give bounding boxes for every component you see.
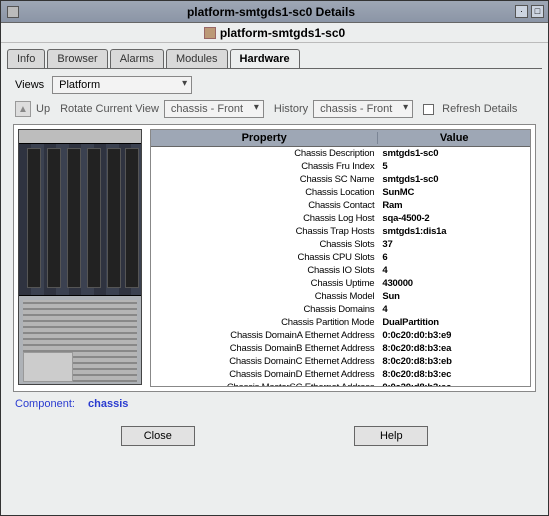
rotate-label: Rotate Current View (60, 103, 159, 115)
value-cell: 0:0c20:d8:b3:ec (378, 381, 530, 386)
window-title: platform-smtgds1-sc0 Details (27, 5, 515, 19)
up-label: Up (36, 103, 50, 115)
table-row[interactable]: Chassis DomainA Ethernet Address0:0c20:d… (151, 329, 530, 342)
table-row[interactable]: Chassis Slots37 (151, 238, 530, 251)
property-cell: Chassis Location (151, 186, 378, 199)
table-row[interactable]: Chassis SC Namesmtgds1-sc0 (151, 173, 530, 186)
component-value[interactable]: chassis (88, 398, 128, 410)
table-row[interactable]: Chassis Partition ModeDualPartition (151, 316, 530, 329)
views-label: Views (15, 79, 44, 91)
property-cell: Chassis Domains (151, 303, 378, 316)
value-cell: 4 (378, 264, 530, 277)
tab-bar: Info Browser Alarms Modules Hardware (7, 49, 542, 69)
history-label: History (274, 103, 308, 115)
property-cell: Chassis MasterSC Ethernet Address (151, 381, 378, 386)
col-header-property[interactable]: Property (151, 132, 378, 144)
property-cell: Chassis Contact (151, 199, 378, 212)
value-cell: DualPartition (378, 316, 530, 329)
component-row: Component: chassis (15, 398, 534, 410)
property-cell: Chassis SC Name (151, 173, 378, 186)
component-label: Component: (15, 398, 75, 410)
table-row[interactable]: Chassis Fru Index5 (151, 160, 530, 173)
history-value: chassis - Front (320, 103, 392, 115)
col-header-value[interactable]: Value (378, 132, 530, 144)
rotate-value: chassis - Front (171, 103, 243, 115)
table-row[interactable]: Chassis ContactRam (151, 199, 530, 212)
property-cell: Chassis CPU Slots (151, 251, 378, 264)
table-row[interactable]: Chassis CPU Slots6 (151, 251, 530, 264)
refresh-checkbox[interactable] (423, 104, 434, 115)
property-cell: Chassis Uptime (151, 277, 378, 290)
value-cell: 37 (378, 238, 530, 251)
tab-hardware[interactable]: Hardware (230, 49, 300, 68)
sub-titlebar: platform-smtgds1-sc0 (1, 23, 548, 43)
views-value: Platform (59, 79, 100, 91)
table-row[interactable]: Chassis Descriptionsmtgds1-sc0 (151, 147, 530, 160)
views-dropdown[interactable]: Platform (52, 76, 192, 94)
table-row[interactable]: Chassis LocationSunMC (151, 186, 530, 199)
button-row: Close Help (41, 426, 508, 446)
property-cell: Chassis DomainB Ethernet Address (151, 342, 378, 355)
value-cell: 6 (378, 251, 530, 264)
value-cell: 0:0c20:d0:b3:e9 (378, 329, 530, 342)
property-cell: Chassis Model (151, 290, 378, 303)
history-dropdown[interactable]: chassis - Front (313, 100, 413, 118)
host-icon (204, 27, 216, 39)
table-row[interactable]: Chassis ModelSun (151, 290, 530, 303)
sub-title: platform-smtgds1-sc0 (220, 26, 345, 40)
table-row[interactable]: Chassis Domains4 (151, 303, 530, 316)
property-cell: Chassis Log Host (151, 212, 378, 225)
value-cell: 8:0c20:d8:b3:ea (378, 342, 530, 355)
value-cell: SunMC (378, 186, 530, 199)
property-cell: Chassis DomainD Ethernet Address (151, 368, 378, 381)
close-button[interactable]: Close (121, 426, 195, 446)
tab-alarms[interactable]: Alarms (110, 49, 164, 68)
value-cell: smtgds1-sc0 (378, 173, 530, 186)
maximize-button[interactable]: □ (531, 5, 544, 18)
titlebar: platform-smtgds1-sc0 Details · □ (1, 1, 548, 23)
value-cell: 430000 (378, 277, 530, 290)
toolbar: ▲ Up Rotate Current View chassis - Front… (15, 100, 534, 118)
value-cell: smtgds1-sc0 (378, 147, 530, 160)
tab-browser[interactable]: Browser (47, 49, 107, 68)
minimize-button[interactable]: · (515, 5, 528, 18)
table-row[interactable]: Chassis DomainC Ethernet Address8:0c20:d… (151, 355, 530, 368)
value-cell: 8:0c20:d8:b3:ec (378, 368, 530, 381)
table-row[interactable]: Chassis MasterSC Ethernet Address0:0c20:… (151, 381, 530, 386)
property-table: Property Value Chassis Descriptionsmtgds… (150, 129, 531, 387)
value-cell: Ram (378, 199, 530, 212)
table-row[interactable]: Chassis DomainD Ethernet Address8:0c20:d… (151, 368, 530, 381)
refresh-label: Refresh Details (442, 103, 517, 115)
value-cell: 5 (378, 160, 530, 173)
property-cell: Chassis Partition Mode (151, 316, 378, 329)
property-cell: Chassis Fru Index (151, 160, 378, 173)
table-row[interactable]: Chassis DomainB Ethernet Address8:0c20:d… (151, 342, 530, 355)
tab-modules[interactable]: Modules (166, 49, 228, 68)
help-button[interactable]: Help (354, 426, 428, 446)
window-menu-icon[interactable] (7, 6, 19, 18)
table-row[interactable]: Chassis Uptime430000 (151, 277, 530, 290)
views-row: Views Platform (15, 76, 534, 94)
property-cell: Chassis Slots (151, 238, 378, 251)
value-cell: 8:0c20:d8:b3:eb (378, 355, 530, 368)
tab-info[interactable]: Info (7, 49, 45, 68)
rotate-dropdown[interactable]: chassis - Front (164, 100, 264, 118)
property-cell: Chassis DomainC Ethernet Address (151, 355, 378, 368)
property-cell: Chassis IO Slots (151, 264, 378, 277)
table-row[interactable]: Chassis Trap Hostssmtgds1:dis1a (151, 225, 530, 238)
chassis-view[interactable] (18, 129, 142, 385)
property-cell: Chassis DomainA Ethernet Address (151, 329, 378, 342)
value-cell: smtgds1:dis1a (378, 225, 530, 238)
property-cell: Chassis Description (151, 147, 378, 160)
table-row[interactable]: Chassis IO Slots4 (151, 264, 530, 277)
value-cell: Sun (378, 290, 530, 303)
table-row[interactable]: Chassis Log Hostsqa-4500-2 (151, 212, 530, 225)
value-cell: sqa-4500-2 (378, 212, 530, 225)
table-body[interactable]: Chassis Descriptionsmtgds1-sc0Chassis Fr… (151, 147, 530, 386)
up-icon[interactable]: ▲ (15, 101, 31, 117)
property-cell: Chassis Trap Hosts (151, 225, 378, 238)
value-cell: 4 (378, 303, 530, 316)
main-area: Property Value Chassis Descriptionsmtgds… (13, 124, 536, 392)
